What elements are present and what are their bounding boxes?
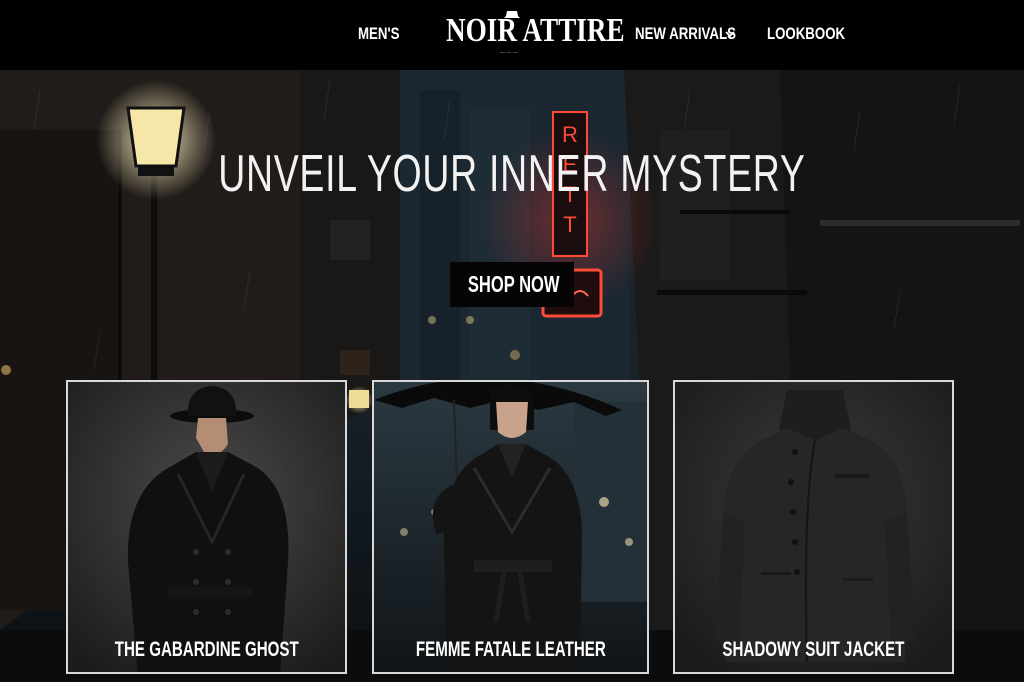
brand-tagline-mark: — — — (500, 50, 518, 56)
product-card-shadowy-suit-jacket[interactable]: SHADOWY SUIT JACKET (673, 380, 954, 674)
product-name: FEMME FATALE LEATHER (415, 638, 606, 661)
hero-headline: UNVEIL YOUR INNER MYSTERY (218, 145, 806, 203)
nav-link-mens[interactable]: MEN'S (358, 24, 399, 44)
nav-link-lookbook[interactable]: LOOKBOOK (767, 24, 845, 44)
brand-logo[interactable]: NOIR ATTIRE — — — (446, 10, 625, 58)
product-name: THE GABARDINE GHOST (114, 638, 299, 661)
product-card-femme-fatale-leather[interactable]: FEMME FATALE LEATHER (372, 380, 649, 674)
hero-section: R E T T UNVEIL YOUR INNER MYSTERY SHOP N… (0, 70, 1024, 682)
nav-link-new-arrivals[interactable]: NEW ARRIVALS (635, 24, 736, 44)
product-card-gabardine-ghost[interactable]: THE GABARDINE GHOST (66, 380, 347, 674)
product-name: SHADOWY SUIT JACKET (722, 638, 905, 661)
product-image-leather-coat (374, 382, 647, 672)
top-navigation: MEN'S NOIR ATTIRE — — — NEW ARRIVALS LOO… (0, 0, 1024, 70)
product-image-suit-jacket (675, 382, 952, 672)
svg-text:T: T (563, 212, 576, 237)
chevron-down-icon[interactable] (724, 28, 736, 40)
brand-name: NOIR ATTIRE (446, 12, 625, 49)
product-image-trench-coat (68, 382, 345, 672)
shop-now-button[interactable]: SHOP NOW (450, 262, 574, 307)
